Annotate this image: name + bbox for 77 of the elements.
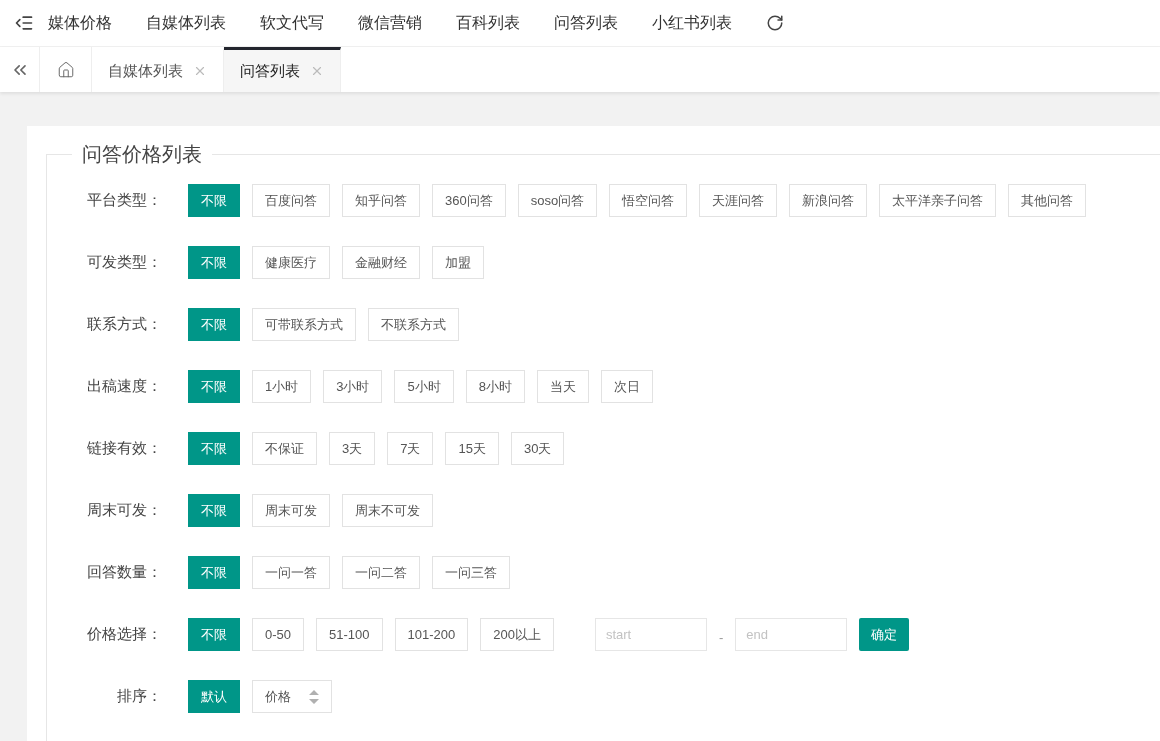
filter-label: 回答数量： [86, 563, 162, 582]
filter-option[interactable]: 新浪问答 [789, 184, 868, 217]
nav-link[interactable]: 自媒体列表 [146, 12, 226, 34]
filter-option[interactable]: soso问答 [517, 184, 598, 217]
start-input-field[interactable]: start [594, 618, 707, 651]
filter-label: 价格选择： [86, 625, 162, 644]
filter-option[interactable]: 默认 [188, 680, 240, 713]
filter-option[interactable]: 5小时 [394, 370, 454, 403]
filter-option[interactable]: 1小时 [252, 370, 312, 403]
nav-link[interactable]: 小红书列表 [652, 12, 732, 34]
filter-label: 联系方式： [86, 315, 162, 334]
filter-option[interactable]: 其他问答 [1008, 184, 1087, 217]
page-tab[interactable]: 问答列表 [224, 47, 341, 92]
filter-option[interactable]: 不限 [188, 432, 240, 465]
filter-option[interactable]: 360问答 [432, 184, 506, 217]
end-input-field[interactable]: end [735, 618, 848, 651]
tab-label: 问答列表 [240, 61, 300, 81]
filter-option[interactable]: 不限 [188, 370, 240, 403]
filter-option[interactable]: 不限 [188, 556, 240, 589]
filter-option[interactable]: 金融财经 [342, 246, 420, 279]
filter-option[interactable]: 不限 [188, 494, 240, 527]
sort-label: 价格 [265, 687, 291, 706]
filter-option[interactable]: 一问二答 [342, 556, 420, 589]
nav-link[interactable]: 问答列表 [554, 12, 618, 34]
filter-option[interactable]: 15天 [445, 432, 499, 465]
filter-option[interactable]: 天涯问答 [699, 184, 778, 217]
nav-link[interactable]: 百科列表 [456, 12, 520, 34]
filter-option[interactable]: 不保证 [252, 432, 317, 465]
filter-option[interactable]: 3小时 [323, 370, 383, 403]
filter-label: 排序： [116, 687, 162, 706]
close-icon[interactable] [310, 64, 324, 78]
filter-option[interactable]: 加盟 [432, 246, 484, 279]
filter-option[interactable]: 一问一答 [252, 556, 330, 589]
filter-option[interactable]: 周末不可发 [342, 494, 433, 527]
double-chevron-left-icon[interactable] [0, 47, 40, 92]
filter-option[interactable]: 8小时 [465, 370, 525, 403]
sort-button[interactable]: 价格 [252, 680, 332, 713]
filter-option[interactable]: 7天 [387, 432, 434, 465]
filter-option[interactable]: 30天 [510, 432, 565, 465]
filter-label: 平台类型： [86, 191, 162, 210]
home-icon[interactable] [40, 47, 92, 92]
filter-option[interactable]: 200以上 [480, 618, 554, 651]
filter-option[interactable]: 不限 [188, 618, 240, 651]
filter-option[interactable]: 次日 [600, 370, 653, 403]
filter-option[interactable]: 知乎问答 [342, 184, 420, 217]
filter-option[interactable]: 不限 [188, 184, 240, 217]
filter-option[interactable]: 百度问答 [252, 184, 330, 217]
filter-label: 出稿速度： [86, 377, 162, 396]
close-icon[interactable] [193, 64, 207, 78]
range-separator: - [718, 630, 724, 645]
panel-title: 问答价格列表 [81, 142, 203, 167]
sort-arrows-icon [309, 689, 319, 704]
tab-label: 自媒体列表 [108, 61, 183, 81]
filter-option[interactable]: 51-100 [316, 618, 383, 651]
filter-label: 周末可发： [86, 501, 162, 520]
filter-option[interactable]: 一问三答 [432, 556, 510, 589]
filter-option[interactable]: 周末可发 [252, 494, 330, 527]
filter-option[interactable]: 不限 [188, 308, 240, 341]
filter-option[interactable]: 不限 [188, 246, 240, 279]
filter-option[interactable]: 太平洋亲子问答 [879, 184, 997, 217]
nav-link[interactable]: 媒体价格 [48, 12, 112, 34]
filter-option[interactable]: 101-200 [394, 618, 469, 651]
page-tab[interactable]: 自媒体列表 [92, 47, 224, 92]
nav-link[interactable]: 软文代写 [260, 12, 324, 34]
filter-option[interactable]: 3天 [329, 432, 376, 465]
refresh-icon[interactable] [766, 14, 784, 32]
filter-label: 可发类型： [86, 253, 162, 272]
filter-option[interactable]: 0-50 [252, 618, 305, 651]
filter-option[interactable]: 健康医疗 [252, 246, 330, 279]
filter-option[interactable]: 可带联系方式 [252, 308, 356, 341]
filter-label: 链接有效： [86, 439, 162, 458]
filter-option[interactable]: 当天 [536, 370, 589, 403]
nav-link[interactable]: 微信营销 [358, 12, 422, 34]
confirm-button[interactable]: 确定 [859, 618, 910, 651]
menu-icon[interactable] [14, 13, 34, 33]
filter-option[interactable]: 悟空问答 [609, 184, 688, 217]
filter-option[interactable]: 不联系方式 [368, 308, 459, 341]
